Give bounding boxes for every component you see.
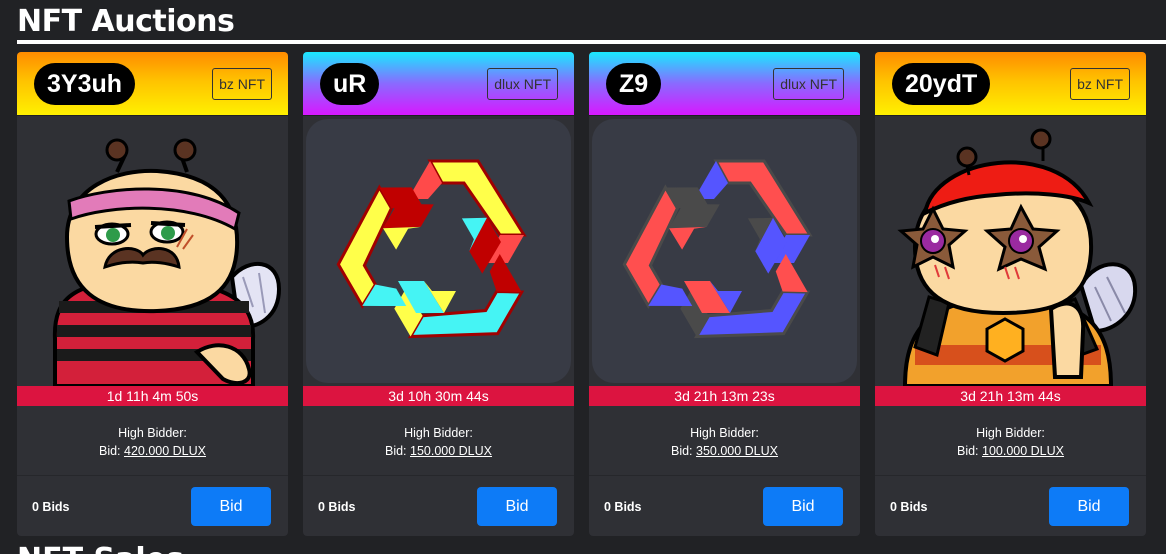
high-bidder-label: High Bidder: (118, 426, 187, 440)
bid-info: High Bidder: Bid: 100.000 DLUX (875, 406, 1146, 476)
nft-type-badge: dlux NFT (773, 68, 844, 100)
countdown-timer: 3d 10h 30m 44s (303, 386, 574, 406)
page-title: NFT Auctions (17, 4, 235, 39)
bid-amount-link[interactable]: 350.000 DLUX (696, 444, 778, 458)
bids-count: 0 Bids (604, 500, 642, 514)
bid-button[interactable]: Bid (1049, 487, 1129, 526)
bid-amount-link[interactable]: 100.000 DLUX (982, 444, 1064, 458)
card-header: 20ydT bz NFT (875, 52, 1146, 116)
auction-card: uR dlux NFT 3d 10h 30m 44s High Bidder: … (303, 52, 574, 536)
bid-amount-link[interactable]: 420.000 DLUX (124, 444, 206, 458)
bee-character-icon[interactable] (17, 117, 288, 386)
nft-name[interactable]: 3Y3uh (34, 63, 136, 105)
nft-type-badge: bz NFT (1070, 68, 1130, 100)
bid-info: High Bidder: Bid: 150.000 DLUX (303, 406, 574, 476)
bid-line: Bid: 100.000 DLUX (875, 442, 1146, 460)
bids-count: 0 Bids (890, 500, 928, 514)
bid-label: Bid: (956, 444, 982, 458)
bid-label: Bid: (670, 444, 696, 458)
auction-card: 3Y3uh bz NFT 1d 11h 4m 50s High Bidder: … (17, 52, 288, 536)
section-title-nft-sales: NFT Sales (17, 541, 184, 554)
nft-type-badge: dlux NFT (487, 68, 558, 100)
bid-button[interactable]: Bid (191, 487, 271, 526)
high-bidder-label: High Bidder: (976, 426, 1045, 440)
card-footer: 0 Bids Bid (303, 476, 574, 536)
impossible-triangle-icon[interactable] (589, 117, 860, 386)
nft-name[interactable]: 20ydT (892, 63, 991, 105)
impossible-triangle-icon[interactable] (303, 117, 574, 386)
card-header: 3Y3uh bz NFT (17, 52, 288, 116)
high-bidder-label: High Bidder: (690, 426, 759, 440)
bee-character-icon[interactable] (875, 117, 1146, 386)
bid-button[interactable]: Bid (477, 487, 557, 526)
countdown-timer: 3d 21h 13m 44s (875, 386, 1146, 406)
bid-line: Bid: 150.000 DLUX (303, 442, 574, 460)
bid-info: High Bidder: Bid: 350.000 DLUX (589, 406, 860, 476)
countdown-timer: 3d 21h 13m 23s (589, 386, 860, 406)
bid-line: Bid: 420.000 DLUX (17, 442, 288, 460)
bids-count: 0 Bids (32, 500, 70, 514)
card-footer: 0 Bids Bid (17, 476, 288, 536)
auction-card: Z9 dlux NFT 3d 21h 13m 23s High Bidder: … (589, 52, 860, 536)
bid-label: Bid: (98, 444, 124, 458)
bid-line: Bid: 350.000 DLUX (589, 442, 860, 460)
bid-label: Bid: (384, 444, 410, 458)
nft-type-badge: bz NFT (212, 68, 272, 100)
title-rule (17, 40, 1166, 44)
card-header: Z9 dlux NFT (589, 52, 860, 116)
nft-name[interactable]: Z9 (606, 63, 662, 105)
auction-card: 20ydT bz NFT 3d 21h 13m 44s High Bidder:… (875, 52, 1146, 536)
card-header: uR dlux NFT (303, 52, 574, 116)
bid-button[interactable]: Bid (763, 487, 843, 526)
countdown-timer: 1d 11h 4m 50s (17, 386, 288, 406)
bid-info: High Bidder: Bid: 420.000 DLUX (17, 406, 288, 476)
bid-amount-link[interactable]: 150.000 DLUX (410, 444, 492, 458)
bids-count: 0 Bids (318, 500, 356, 514)
card-footer: 0 Bids Bid (875, 476, 1146, 536)
high-bidder-label: High Bidder: (404, 426, 473, 440)
nft-name[interactable]: uR (320, 63, 380, 105)
card-footer: 0 Bids Bid (589, 476, 860, 536)
